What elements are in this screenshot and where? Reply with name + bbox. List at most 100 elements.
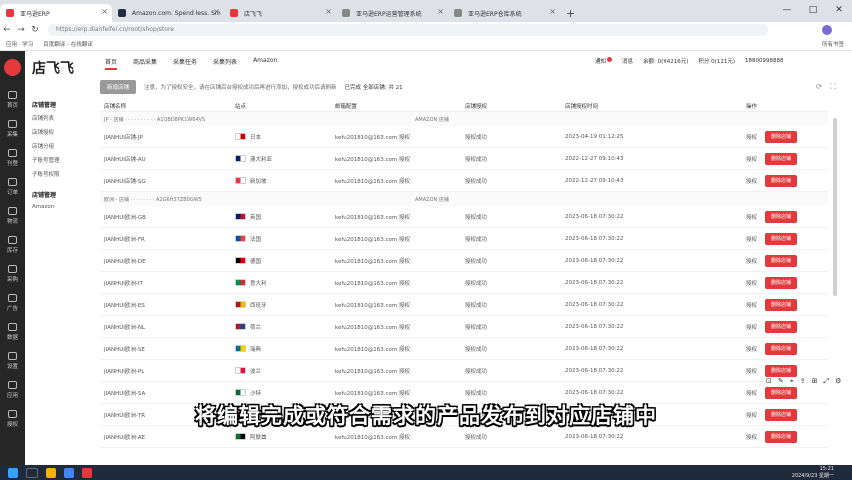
sidebar-item[interactable]: 采集 bbox=[0, 120, 25, 138]
menu-item[interactable]: 店铺授权 bbox=[32, 128, 92, 136]
share-icon[interactable]: ⇪ bbox=[800, 377, 806, 386]
authorize-link[interactable]: 授权 bbox=[705, 279, 765, 287]
browser-tab[interactable]: 亚马逊ERP运营管理系统 × bbox=[336, 4, 448, 22]
close-tab-icon[interactable]: × bbox=[437, 7, 444, 16]
close-tab-icon[interactable]: × bbox=[325, 7, 332, 16]
sidebar-nav-icon bbox=[8, 149, 17, 157]
close-tab-icon[interactable]: × bbox=[101, 7, 108, 16]
close-window-button[interactable]: ✕ bbox=[826, 0, 852, 22]
close-tab-icon[interactable]: × bbox=[213, 7, 220, 16]
tab-title: 亚马逊ERP运营管理系统 bbox=[356, 10, 422, 18]
browser-tab[interactable]: 亚马逊ERP × bbox=[0, 4, 112, 22]
table-row: JIANHUI店铺-AU 澳大利亚 kefu201810@163.com 授权 授权成… bbox=[100, 148, 828, 170]
delete-store-button[interactable]: 删除店铺 bbox=[765, 130, 797, 143]
start-icon[interactable] bbox=[8, 467, 18, 478]
delete-store-button[interactable]: 删除店铺 bbox=[765, 174, 797, 187]
delete-store-button[interactable]: 删除店铺 bbox=[765, 254, 797, 267]
close-tab-icon[interactable]: × bbox=[549, 7, 556, 16]
top-nav-item[interactable]: 采集列表 bbox=[213, 57, 237, 70]
auth-status: 授权成功 bbox=[465, 134, 488, 141]
sidebar-item[interactable]: 设置 bbox=[0, 352, 25, 370]
menu-item[interactable]: 子账号管理 bbox=[32, 156, 92, 164]
app-icon[interactable] bbox=[82, 467, 92, 478]
authorize-link[interactable]: 授权 bbox=[705, 345, 765, 353]
delete-store-button[interactable]: 删除店铺 bbox=[765, 232, 797, 245]
delete-store-button[interactable]: 删除店铺 bbox=[765, 364, 797, 377]
points-text: 积分 0(121元) bbox=[698, 59, 735, 65]
all-bookmarks[interactable]: 所有书签 bbox=[822, 40, 844, 48]
chrome-icon[interactable] bbox=[64, 467, 74, 478]
top-nav-item[interactable]: 商品采集 bbox=[133, 57, 157, 70]
sidebar-item-label: 采购 bbox=[6, 277, 18, 283]
authorize-link[interactable]: 授权 bbox=[705, 235, 765, 243]
menu-item[interactable]: 子账号权限 bbox=[32, 170, 92, 178]
authorize-link[interactable]: 授权 bbox=[705, 433, 765, 441]
menu-item[interactable]: 店铺分组 bbox=[32, 142, 92, 150]
delete-store-button[interactable]: 删除店铺 bbox=[765, 210, 797, 223]
search-icon[interactable] bbox=[26, 467, 38, 478]
delete-store-button[interactable]: 删除店铺 bbox=[765, 276, 797, 289]
authorize-link[interactable]: 授权 bbox=[705, 133, 765, 141]
user-phone[interactable]: 18800998888 bbox=[745, 58, 784, 64]
sidebar-item[interactable]: 首页 bbox=[0, 91, 25, 109]
forward-icon[interactable]: → bbox=[14, 25, 28, 35]
refresh-icon[interactable]: ⟳ bbox=[816, 82, 823, 92]
delete-store-button[interactable]: 删除店铺 bbox=[765, 342, 797, 355]
new-tab-button[interactable]: + bbox=[560, 7, 581, 22]
menu-group-title: 店铺管理 bbox=[32, 192, 57, 199]
sidebar-nav-icon bbox=[8, 236, 17, 244]
sidebar-item[interactable]: 物流 bbox=[0, 207, 25, 225]
notice-link[interactable]: 通知 bbox=[595, 57, 613, 65]
delete-store-button[interactable]: 删除店铺 bbox=[765, 298, 797, 311]
authorize-link[interactable]: 授权 bbox=[705, 367, 765, 375]
translate-icon[interactable]: ⊡ bbox=[766, 377, 772, 386]
tab-title: 亚马逊ERP仓库系统 bbox=[468, 10, 522, 18]
browser-tab[interactable]: Amazon.com. Spend less. Sm × bbox=[112, 4, 224, 22]
country-flag-icon bbox=[235, 433, 246, 440]
expand-icon[interactable]: ⤢ bbox=[823, 377, 829, 386]
top-nav-item[interactable]: 首页 bbox=[105, 57, 118, 70]
authorize-link[interactable]: 授权 bbox=[705, 177, 765, 185]
authorize-link[interactable]: 授权 bbox=[705, 213, 765, 221]
sidebar-item[interactable]: 应用 bbox=[0, 381, 25, 399]
authorize-link[interactable]: 授权 bbox=[705, 257, 765, 265]
browser-tab[interactable]: 亚马逊ERP仓库系统 × bbox=[448, 4, 560, 22]
settings-icon[interactable]: ⚙ bbox=[835, 377, 841, 386]
edit-icon[interactable]: ✎ bbox=[778, 377, 784, 386]
authorize-link[interactable]: 授权 bbox=[705, 323, 765, 331]
sidebar-item[interactable]: 订单 bbox=[0, 178, 25, 196]
bookmark-item[interactable]: 应用 · 学习 bbox=[6, 40, 33, 48]
menu-item[interactable]: 店铺列表 bbox=[32, 114, 92, 122]
message-link[interactable]: 消息 bbox=[622, 57, 633, 65]
sidebar-item[interactable]: 数据 bbox=[0, 323, 25, 341]
authorize-link[interactable]: 授权 bbox=[705, 155, 765, 163]
reload-icon[interactable]: ↻ bbox=[28, 25, 42, 35]
explorer-icon[interactable] bbox=[46, 467, 56, 478]
delete-store-button[interactable]: 删除店铺 bbox=[765, 152, 797, 165]
sidebar-item[interactable]: 采购 bbox=[0, 265, 25, 283]
bookmark-item[interactable]: 百度翻译 - 在线翻译 bbox=[43, 40, 92, 48]
menu-item[interactable]: Amazon bbox=[32, 204, 92, 210]
browser-tab[interactable]: 店飞飞 × bbox=[224, 4, 336, 22]
pin-icon[interactable]: ⌖ bbox=[790, 377, 794, 386]
sidebar-item[interactable]: 库存 bbox=[0, 236, 25, 254]
fullscreen-icon[interactable]: ⛶ bbox=[830, 82, 836, 92]
delete-store-button[interactable]: 删除店铺 bbox=[765, 430, 797, 443]
profile-avatar[interactable] bbox=[822, 25, 832, 35]
sidebar-item[interactable]: 刊登 bbox=[0, 149, 25, 167]
filter-checkbox[interactable]: 已完成 全部店铺: 共 21 bbox=[345, 83, 403, 91]
minimize-button[interactable]: — bbox=[774, 0, 800, 22]
add-store-button[interactable]: 新增店铺 bbox=[100, 80, 137, 94]
url-input[interactable]: https://erp.dianfeifei.cn/root/shop/stor… bbox=[48, 24, 768, 36]
grid-icon[interactable]: ⊞ bbox=[812, 377, 818, 386]
top-nav-item[interactable]: Amazon bbox=[253, 57, 277, 70]
sidebar-item[interactable]: 广告 bbox=[0, 294, 25, 312]
maximize-button[interactable]: □ bbox=[800, 0, 826, 22]
authorize-link[interactable]: 授权 bbox=[705, 389, 765, 397]
top-nav-item[interactable]: 采集任务 bbox=[173, 57, 197, 70]
delete-store-button[interactable]: 删除店铺 bbox=[765, 386, 797, 399]
back-icon[interactable]: ← bbox=[0, 25, 14, 35]
scrollbar[interactable] bbox=[833, 118, 837, 296]
authorize-link[interactable]: 授权 bbox=[705, 301, 765, 309]
delete-store-button[interactable]: 删除店铺 bbox=[765, 320, 797, 333]
